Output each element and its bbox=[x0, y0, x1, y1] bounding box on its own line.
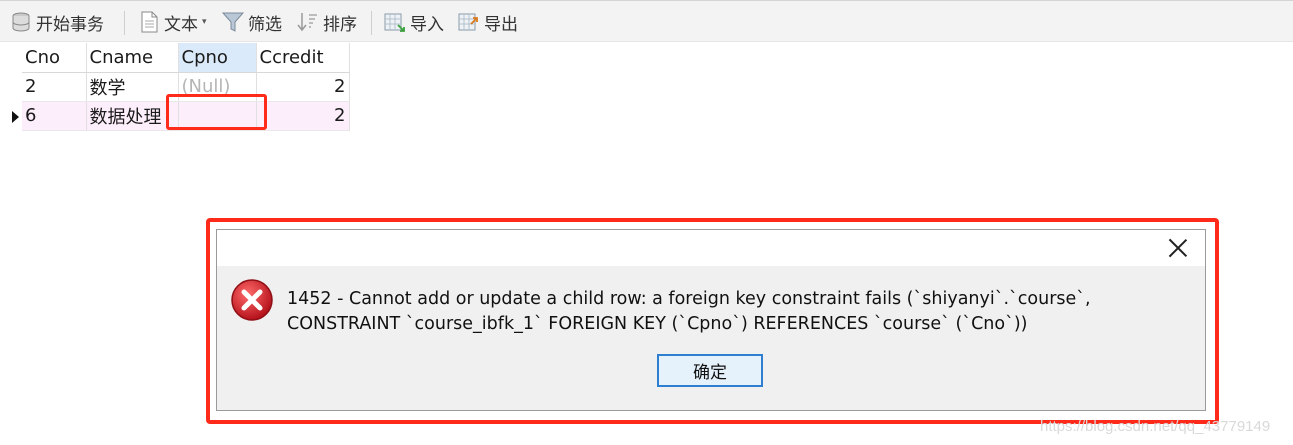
chevron-down-icon: ▾ bbox=[202, 17, 207, 27]
header-row: Cno Cname Cpno Ccredit bbox=[22, 43, 350, 73]
column-header-cname[interactable]: Cname bbox=[86, 43, 179, 73]
cell-cno[interactable]: 6 bbox=[22, 101, 87, 131]
import-label: 导入 bbox=[410, 14, 444, 35]
text-label: 文本 bbox=[164, 14, 198, 35]
toolbar-divider bbox=[124, 11, 125, 35]
import-icon bbox=[384, 11, 406, 33]
filter-button[interactable]: 筛选 bbox=[221, 10, 282, 35]
ok-button[interactable]: 确定 bbox=[657, 354, 763, 387]
begin-transaction-button[interactable]: 开始事务 bbox=[10, 10, 104, 35]
cell-cno[interactable]: 2 bbox=[22, 72, 87, 102]
column-header-cpno[interactable]: Cpno bbox=[178, 43, 257, 73]
error-message: 1452 - Cannot add or update a child row:… bbox=[287, 289, 1091, 334]
dialog-titlebar bbox=[217, 230, 1205, 266]
sort-button[interactable]: 排序 bbox=[297, 10, 357, 35]
database-icon bbox=[10, 11, 32, 33]
column-header-ccredit[interactable]: Ccredit bbox=[256, 43, 350, 73]
export-icon bbox=[458, 11, 480, 33]
cell-cname[interactable]: 数据处理 bbox=[86, 101, 179, 131]
column-header-cno[interactable]: Cno bbox=[22, 43, 87, 73]
sort-label: 排序 bbox=[323, 14, 357, 35]
import-button[interactable]: 导入 bbox=[384, 10, 444, 35]
error-icon bbox=[230, 278, 274, 322]
error-dialog: 1452 - Cannot add or update a child row:… bbox=[216, 229, 1206, 411]
current-row-pointer-icon bbox=[12, 111, 19, 123]
begin-transaction-label: 开始事务 bbox=[36, 14, 104, 35]
highlight-box-cell bbox=[166, 94, 267, 130]
filter-icon bbox=[221, 11, 245, 33]
text-button[interactable]: 文本 ▾ bbox=[138, 10, 207, 35]
close-icon[interactable] bbox=[1167, 237, 1189, 259]
toolbar: 开始事务 文本 ▾ 筛选 排序 导入 导出 bbox=[0, 0, 1293, 42]
cell-cname[interactable]: 数学 bbox=[86, 72, 179, 102]
document-icon bbox=[138, 11, 160, 33]
filter-label: 筛选 bbox=[248, 14, 282, 35]
toolbar-divider bbox=[371, 11, 372, 35]
cell-ccredit[interactable]: 2 bbox=[256, 72, 350, 102]
sort-icon bbox=[297, 11, 319, 33]
export-button[interactable]: 导出 bbox=[458, 10, 518, 35]
watermark: https://blog.csdn.net/qq_43779149 bbox=[1040, 418, 1271, 435]
cell-ccredit[interactable]: 2 bbox=[256, 101, 350, 131]
export-label: 导出 bbox=[484, 14, 518, 35]
